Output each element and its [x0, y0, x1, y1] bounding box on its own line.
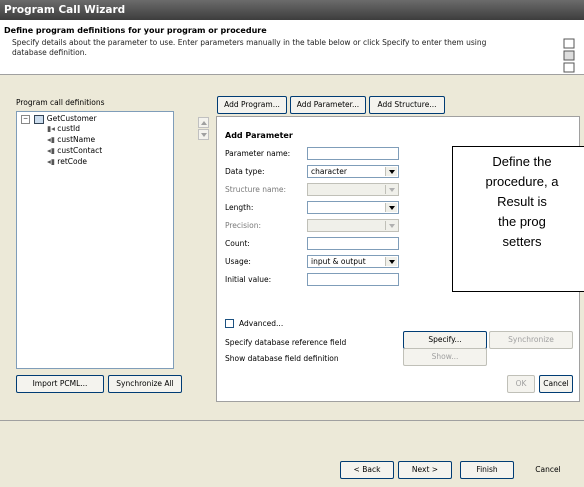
length-select[interactable]: [307, 201, 399, 214]
tree-node-root[interactable]: − GetCustomer: [21, 114, 97, 124]
chevron-down-icon[interactable]: [385, 221, 397, 230]
tree-node-label: retCode: [57, 157, 87, 166]
program-icon: [34, 114, 45, 124]
structure-name-select[interactable]: [307, 183, 399, 196]
parameter-name-input[interactable]: [307, 147, 399, 160]
tree-node-label: custName: [57, 135, 96, 144]
tree-node-custname[interactable]: ◂▮ custName: [47, 135, 95, 145]
data-type-label: Data type:: [225, 167, 265, 176]
window-title: Program Call Wizard: [0, 0, 584, 20]
form-heading: Add Parameter: [225, 131, 293, 140]
wizard-icon: [563, 38, 575, 73]
callout-line: setters: [502, 234, 542, 249]
add-parameter-button[interactable]: Add Parameter...: [290, 96, 366, 114]
parameter-icon: ◂▮: [47, 157, 55, 166]
usage-value: input & output: [311, 257, 366, 266]
parameter-icon: ▮◂: [47, 124, 55, 133]
tree-label: Program call definitions: [16, 98, 105, 107]
page-description: Specify details about the parameter to u…: [12, 38, 487, 57]
chevron-down-icon[interactable]: [385, 167, 397, 176]
move-down-button[interactable]: [198, 129, 209, 140]
usage-select[interactable]: input & output: [307, 255, 399, 268]
count-label: Count:: [225, 239, 250, 248]
advanced-label: Advanced...: [239, 319, 284, 328]
chevron-down-icon[interactable]: [385, 257, 397, 266]
footer-separator: [0, 420, 584, 421]
tree-node-custid[interactable]: ▮◂ custId: [47, 124, 80, 134]
initial-value-label: Initial value:: [225, 275, 272, 284]
chevron-down-icon[interactable]: [385, 185, 397, 194]
callout-line: Define the: [492, 154, 552, 169]
chevron-down-icon[interactable]: [385, 203, 397, 212]
structure-name-label: Structure name:: [225, 185, 287, 194]
specify-button[interactable]: Specify...: [403, 331, 487, 349]
tree-node-label: custId: [57, 124, 80, 133]
callout-line: Result is: [497, 194, 547, 209]
count-input[interactable]: [307, 237, 399, 250]
add-program-button[interactable]: Add Program...: [217, 96, 287, 114]
program-call-tree[interactable]: − GetCustomer ▮◂ custId ◂▮ custName ◂▮ c…: [16, 111, 174, 369]
data-type-select[interactable]: character: [307, 165, 399, 178]
show-definition-label: Show database field definition: [225, 354, 339, 363]
back-button[interactable]: < Back: [340, 461, 394, 479]
synchronize-button[interactable]: Synchronize: [489, 331, 573, 349]
add-structure-button[interactable]: Add Structure...: [369, 96, 445, 114]
initial-value-input[interactable]: [307, 273, 399, 286]
specify-reference-label: Specify database reference field: [225, 338, 347, 347]
parameter-name-label: Parameter name:: [225, 149, 291, 158]
callout-line: procedure, a: [485, 174, 559, 189]
finish-button[interactable]: Finish: [460, 461, 514, 479]
parameter-icon: ◂▮: [47, 146, 55, 155]
data-type-value: character: [311, 167, 347, 176]
next-button[interactable]: Next >: [398, 461, 452, 479]
ok-button[interactable]: OK: [507, 375, 535, 393]
page-title: Define program definitions for your prog…: [4, 26, 267, 35]
cancel-form-button[interactable]: Cancel: [539, 375, 573, 393]
length-label: Length:: [225, 203, 254, 212]
wizard-header: Define program definitions for your prog…: [0, 20, 584, 75]
import-pcml-button[interactable]: Import PCML...: [16, 375, 104, 393]
cancel-button[interactable]: Cancel: [520, 461, 576, 479]
show-button[interactable]: Show...: [403, 348, 487, 366]
tree-node-retcode[interactable]: ◂▮ retCode: [47, 157, 87, 167]
tree-node-custcontact[interactable]: ◂▮ custContact: [47, 146, 102, 156]
tree-root-label: GetCustomer: [46, 114, 97, 123]
callout-box: Define the procedure, a Result is the pr…: [452, 146, 584, 292]
callout-line: the prog: [498, 214, 546, 229]
precision-label: Precision:: [225, 221, 261, 230]
parameter-icon: ◂▮: [47, 135, 55, 144]
usage-label: Usage:: [225, 257, 251, 266]
precision-select[interactable]: [307, 219, 399, 232]
move-up-button[interactable]: [198, 117, 209, 128]
collapse-icon[interactable]: −: [21, 114, 30, 124]
synchronize-all-button[interactable]: Synchronize All: [108, 375, 182, 393]
advanced-checkbox[interactable]: [225, 319, 234, 328]
tree-node-label: custContact: [57, 146, 103, 155]
